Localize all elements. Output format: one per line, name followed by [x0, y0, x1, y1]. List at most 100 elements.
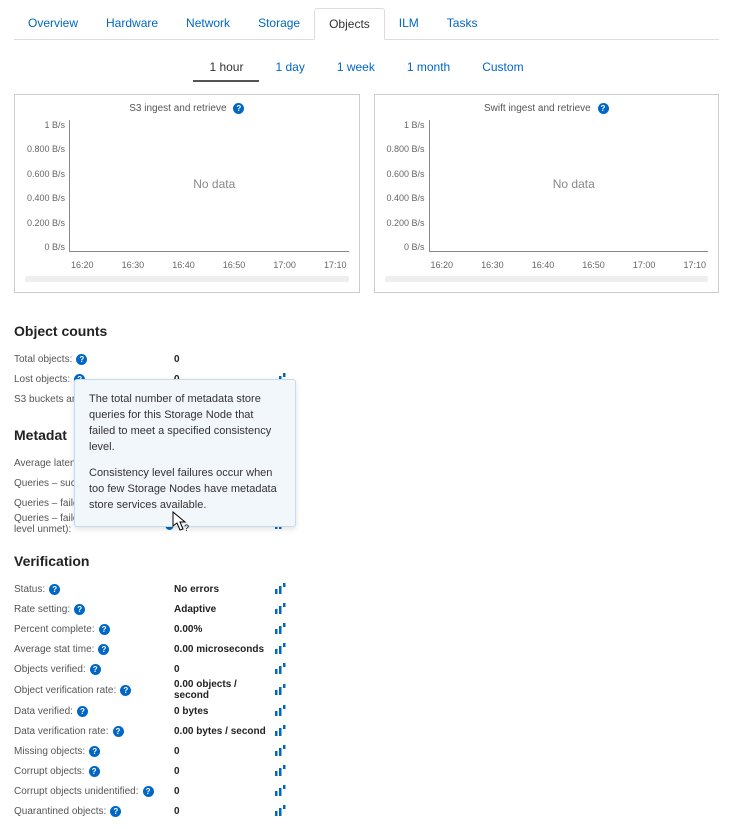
metric-label: Missing objects:?	[14, 746, 174, 757]
info-icon[interactable]: ?	[89, 766, 100, 777]
metric-label: Objects verified:?	[14, 664, 174, 675]
metric-label: Rate setting:?	[14, 604, 174, 615]
tab-tasks[interactable]: Tasks	[433, 8, 492, 39]
tab-storage[interactable]: Storage	[244, 8, 314, 39]
info-icon[interactable]: ?	[113, 726, 124, 737]
chart-title-text: Swift ingest and retrieve	[484, 103, 591, 114]
chart-title-text: S3 ingest and retrieve	[129, 103, 226, 114]
x-tick: 16:20	[71, 260, 94, 270]
y-tick: 0.200 B/s	[27, 218, 65, 228]
info-icon[interactable]: ?	[74, 604, 85, 615]
y-tick: 0.200 B/s	[386, 218, 424, 228]
tab-hardware[interactable]: Hardware	[92, 8, 172, 39]
metric-value: 0	[174, 806, 274, 817]
x-tick: 17:00	[273, 260, 296, 270]
bar-chart-icon[interactable]	[274, 603, 288, 615]
chart-scrollbar[interactable]	[25, 276, 349, 282]
timerange-1-week[interactable]: 1 week	[321, 54, 391, 82]
timerange-1-month[interactable]: 1 month	[391, 54, 466, 82]
x-tick: 16:40	[172, 260, 195, 270]
metric-value: 0	[174, 786, 274, 797]
bar-chart-icon[interactable]	[274, 663, 288, 675]
bar-chart-icon[interactable]	[274, 805, 288, 817]
metric-label-text: Data verified:	[14, 706, 73, 717]
metric-label-text: Average laten	[14, 458, 76, 469]
chart-title: Swift ingest and retrieve ?	[385, 103, 709, 114]
metric-value: 0	[174, 664, 274, 675]
metric-label: Average stat time:?	[14, 644, 174, 655]
metric-value: 0.00%	[174, 624, 274, 635]
bar-chart-icon[interactable]	[274, 745, 288, 757]
metric-label-text: Objects verified:	[14, 664, 86, 675]
tab-overview[interactable]: Overview	[14, 8, 92, 39]
x-axis: 16:2016:3016:4016:5017:0017:10	[429, 260, 709, 270]
metric-label-text: Queries – faile	[14, 498, 78, 509]
bar-chart-icon[interactable]	[274, 765, 288, 777]
info-icon[interactable]: ?	[598, 103, 609, 114]
info-icon[interactable]: ?	[233, 103, 244, 114]
x-tick: 16:50	[582, 260, 605, 270]
metric-row: Percent complete:? 0.00%	[14, 619, 719, 639]
metric-row: Corrupt objects unidentified:? 0	[14, 781, 719, 801]
tab-objects[interactable]: Objects	[314, 8, 385, 40]
bar-chart-icon[interactable]	[274, 643, 288, 655]
metric-label: Quarantined objects:?	[14, 806, 174, 817]
info-icon[interactable]: ?	[76, 354, 87, 365]
info-icon[interactable]: ?	[98, 644, 109, 655]
timerange-custom[interactable]: Custom	[466, 54, 539, 82]
info-icon[interactable]: ?	[90, 664, 101, 675]
tooltip: The total number of metadata store queri…	[74, 379, 296, 527]
metric-row: Objects verified:?0	[14, 659, 719, 679]
info-icon[interactable]: ?	[143, 786, 154, 797]
info-icon[interactable]: ?	[89, 746, 100, 757]
metric-label: Total objects:?	[14, 354, 174, 365]
timerange-1-day[interactable]: 1 day	[259, 54, 320, 82]
info-icon[interactable]: ?	[99, 624, 110, 635]
metric-label-text: Total objects:	[14, 354, 72, 365]
y-tick: 0.400 B/s	[386, 193, 424, 203]
info-icon[interactable]: ?	[120, 685, 131, 696]
bar-chart-icon[interactable]	[274, 684, 288, 696]
y-tick: 1 B/s	[44, 120, 65, 130]
metric-label: Data verified:?	[14, 706, 174, 717]
tab-network[interactable]: Network	[172, 8, 244, 39]
bar-chart-icon[interactable]	[274, 705, 288, 717]
metric-label-text: Corrupt objects:	[14, 766, 85, 777]
timerange-1-hour[interactable]: 1 hour	[193, 54, 259, 82]
section-metadata: Metadat Average laten?Queries – succ?Que…	[14, 427, 719, 535]
bar-chart-icon[interactable]	[274, 583, 288, 595]
metric-row: Missing objects:?0	[14, 741, 719, 761]
metric-label: Data verification rate:?	[14, 726, 174, 737]
metric-value: 0	[174, 746, 274, 757]
chart-swift: Swift ingest and retrieve ? 1 B/s0.800 B…	[374, 94, 720, 293]
metric-value: 0 bytes	[174, 706, 274, 717]
metric-label: Object verification rate:?	[14, 685, 174, 696]
info-icon[interactable]: ?	[77, 706, 88, 717]
chart-scrollbar[interactable]	[385, 276, 709, 282]
metric-value: Adaptive	[174, 604, 274, 615]
x-tick: 16:30	[122, 260, 145, 270]
info-icon[interactable]: ?	[49, 584, 60, 595]
metric-value: 0	[174, 766, 274, 777]
x-tick: 16:40	[532, 260, 555, 270]
y-tick: 1 B/s	[404, 120, 425, 130]
y-tick: 0 B/s	[44, 242, 65, 252]
metric-label-text: Lost objects:	[14, 374, 70, 385]
no-data-label: No data	[193, 177, 235, 191]
x-tick: 17:10	[324, 260, 347, 270]
metric-row: Data verification rate:?0.00 bytes / sec…	[14, 721, 719, 741]
metric-label-text: Average stat time:	[14, 644, 94, 655]
metric-row: Quarantined objects:?0	[14, 801, 719, 821]
metric-row: Rate setting:?Adaptive	[14, 599, 719, 619]
bar-chart-icon[interactable]	[274, 623, 288, 635]
y-axis: 1 B/s0.800 B/s0.600 B/s0.400 B/s0.200 B/…	[25, 120, 69, 252]
metric-label-text: S3 buckets an	[14, 394, 77, 405]
tab-ilm[interactable]: ILM	[385, 8, 433, 39]
y-tick: 0 B/s	[404, 242, 425, 252]
metric-label-text: Corrupt objects unidentified:	[14, 786, 139, 797]
info-icon[interactable]: ?	[110, 806, 121, 817]
charts-row: S3 ingest and retrieve ? 1 B/s0.800 B/s0…	[14, 94, 719, 293]
metric-label-text: Percent complete:	[14, 624, 95, 635]
bar-chart-icon[interactable]	[274, 725, 288, 737]
bar-chart-icon[interactable]	[274, 785, 288, 797]
